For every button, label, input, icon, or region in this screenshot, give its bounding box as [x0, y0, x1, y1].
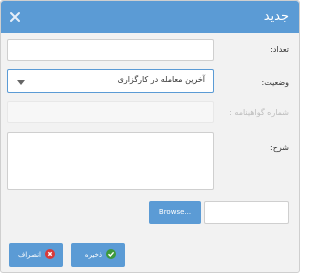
- browse-button[interactable]: Browse...: [149, 201, 201, 224]
- dialog-titlebar: جدید: [1, 1, 299, 33]
- check-icon: [106, 249, 116, 259]
- close-icon[interactable]: [9, 11, 21, 23]
- status-selected-value: آخرین معامله در کارگزاری: [117, 75, 205, 84]
- status-label: وضعیت:: [261, 78, 289, 87]
- cancel-x-icon: [45, 249, 55, 259]
- description-label: شرح:: [270, 143, 289, 152]
- file-path-input[interactable]: [204, 201, 289, 224]
- count-input[interactable]: [7, 39, 214, 61]
- status-select[interactable]: آخرین معامله در کارگزاری: [7, 69, 214, 93]
- certificate-input: [7, 101, 214, 123]
- description-textarea[interactable]: [7, 132, 214, 190]
- chevron-down-icon: [17, 80, 25, 85]
- cancel-button[interactable]: انصراف: [9, 243, 63, 267]
- save-button[interactable]: ذخیره: [71, 243, 125, 267]
- dialog-title: جدید: [263, 9, 289, 24]
- count-label: تعداد:: [270, 45, 289, 54]
- certificate-label: شماره گواهینامه :: [229, 108, 289, 117]
- cancel-button-label: انصراف: [17, 251, 41, 259]
- new-item-dialog: جدید تعداد: وضعیت: آخرین معامله در کارگز…: [0, 0, 300, 273]
- save-button-label: ذخیره: [84, 251, 102, 259]
